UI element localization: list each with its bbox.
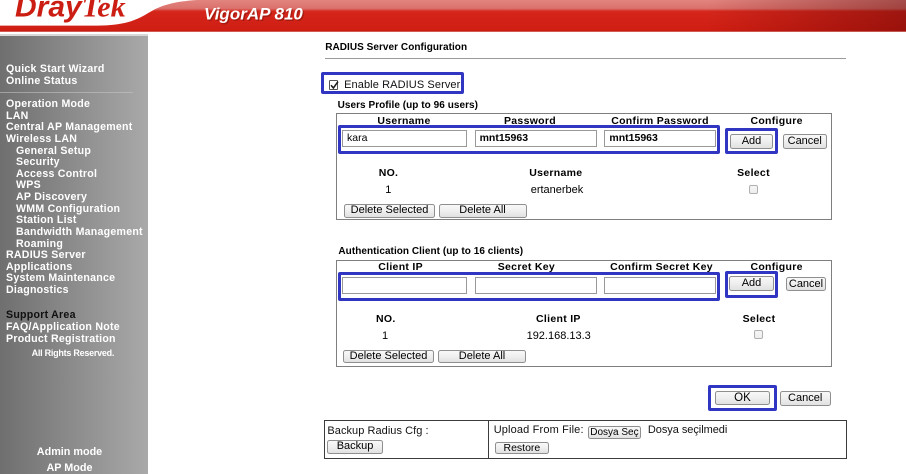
svg-text:VigorAP 810: VigorAP 810 [204, 5, 303, 24]
svg-text:DrayTek: DrayTek [15, 0, 126, 24]
